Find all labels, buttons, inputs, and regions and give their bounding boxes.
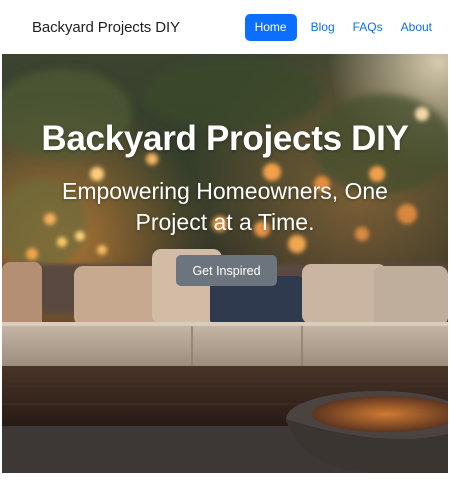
- nav-link-faqs[interactable]: FAQs: [345, 14, 391, 41]
- nav-link-home[interactable]: Home: [244, 13, 297, 41]
- brand-link[interactable]: Backyard Projects DIY: [32, 19, 180, 36]
- hero-title: Backyard Projects DIY: [41, 119, 409, 158]
- nav-link-about[interactable]: About: [393, 14, 440, 41]
- hero-subtitle: Empowering Homeowners, One Project at a …: [62, 178, 388, 235]
- get-inspired-button[interactable]: Get Inspired: [176, 255, 277, 286]
- nav-links: Home Blog FAQs About: [244, 13, 440, 41]
- navbar: Backyard Projects DIY Home Blog FAQs Abo…: [0, 0, 450, 54]
- nav-link-blog[interactable]: Blog: [303, 14, 343, 41]
- hero-section: Backyard Projects DIY Empowering Homeown…: [2, 54, 448, 473]
